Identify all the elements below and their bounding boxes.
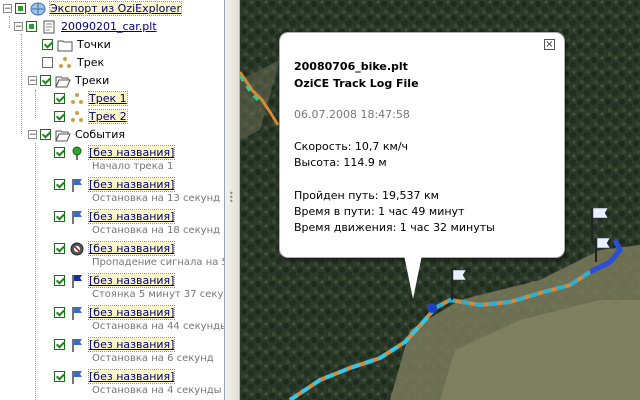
tree-item-event[interactable]: [без названия] — [54, 368, 176, 385]
flag-icon — [72, 210, 82, 224]
tree-connector — [35, 90, 36, 118]
event-label[interactable]: [без названия] — [87, 241, 176, 256]
event-label[interactable]: [без названия] — [87, 305, 176, 320]
track-icon — [71, 92, 83, 104]
checkbox[interactable] — [40, 129, 51, 140]
checkbox[interactable] — [54, 243, 65, 254]
tree-item-event[interactable]: [без названия] — [54, 144, 176, 161]
tree-item-event[interactable]: [без названия] — [54, 208, 176, 225]
checkbox[interactable] — [42, 39, 53, 50]
tree-track1-label[interactable]: Трек 1 — [88, 91, 128, 106]
tree-item-points[interactable]: Точки — [42, 36, 111, 53]
tree-file-label[interactable]: 20090201_car.plt — [61, 20, 157, 33]
tree-item-track-1[interactable]: Трек 1 — [54, 90, 128, 107]
balloon-time-total: Время в пути: 1 час 49 минут — [294, 205, 465, 218]
open-folder-icon — [55, 130, 71, 141]
checkbox[interactable] — [54, 307, 65, 318]
places-tree-panel[interactable]: − Экспорт из OziExplorer − 20090201_car.… — [0, 0, 225, 400]
parking-flag-icon — [72, 274, 82, 288]
balloon-time-moving: Время движения: 1 час 32 минуты — [294, 221, 495, 234]
track-icon — [71, 110, 83, 122]
tree-connector — [9, 16, 10, 28]
flag-icon — [72, 338, 82, 352]
track-icon — [59, 56, 71, 68]
event-label[interactable]: [без названия] — [87, 337, 176, 352]
tree-item-event[interactable]: [без названия] — [54, 336, 176, 353]
balloon-distance: Пройден путь: 19,537 км — [294, 189, 439, 202]
document-icon — [43, 20, 55, 33]
tree-item-event[interactable]: [без названия] — [54, 304, 176, 321]
tree-item-events[interactable]: − События — [28, 126, 125, 143]
event-label[interactable]: [без названия] — [87, 145, 176, 160]
event-description: Начало трека 1 — [92, 161, 174, 172]
tree-connector — [35, 143, 36, 400]
network-link-icon — [30, 2, 46, 15]
checkbox[interactable] — [54, 371, 65, 382]
partial-checkbox[interactable] — [15, 3, 26, 14]
event-label[interactable]: [без названия] — [87, 177, 176, 192]
close-icon[interactable]: × — [544, 39, 555, 50]
tree-connector — [21, 34, 22, 134]
checkbox[interactable] — [54, 339, 65, 350]
green-pin-icon — [72, 146, 82, 160]
tree-item-event[interactable]: [без названия] — [54, 240, 176, 257]
tree-track-label: Трек — [77, 56, 105, 69]
event-description: Остановка на 44 секунды — [92, 321, 225, 332]
tree-item-file[interactable]: − 20090201_car.plt — [14, 18, 157, 35]
event-description: Остановка на 6 секунд — [92, 353, 214, 364]
folder-icon — [57, 40, 73, 51]
tree-tracks-label: Треки — [75, 74, 110, 87]
flag-icon — [72, 370, 82, 384]
event-description: Стоянка 5 минут 37 секун — [92, 289, 225, 300]
tree-root-label[interactable]: Экспорт из OziExplorer — [49, 1, 182, 16]
checkbox[interactable] — [54, 211, 65, 222]
tree-item-tracks[interactable]: − Треки — [28, 72, 109, 89]
balloon-subtitle: OziCE Track Log File — [294, 77, 419, 90]
tree-item-event[interactable]: [без названия] — [54, 176, 176, 193]
panel-splitter[interactable]: • • • — [225, 0, 240, 400]
collapse-icon[interactable]: − — [14, 22, 23, 32]
flag-icon — [72, 306, 82, 320]
partial-checkbox[interactable] — [26, 21, 37, 32]
collapse-icon[interactable]: − — [28, 130, 37, 140]
tree-item-event[interactable]: [без названия] — [54, 272, 176, 289]
flag-icon — [72, 178, 82, 192]
event-description: Остановка на 13 секунд — [92, 193, 221, 204]
checkbox[interactable] — [40, 75, 51, 86]
event-label[interactable]: [без названия] — [87, 209, 176, 224]
event-label[interactable]: [без названия] — [87, 273, 176, 288]
signal-lost-icon — [70, 242, 84, 255]
tree-item-track[interactable]: Трек — [42, 54, 104, 71]
checkbox[interactable] — [54, 111, 65, 122]
balloon-altitude: Высота: 114.9 м — [294, 156, 387, 169]
tree-item-track-2[interactable]: Трек 2 — [54, 108, 128, 125]
checkbox[interactable] — [54, 179, 65, 190]
collapse-icon[interactable]: − — [3, 4, 12, 14]
balloon-title: 20080706_bike.plt — [294, 60, 408, 73]
collapse-icon[interactable]: − — [28, 76, 37, 86]
tree-track2-label[interactable]: Трек 2 — [88, 109, 128, 124]
event-description: Пропадение сигнала на 5 — [92, 257, 225, 268]
checkbox[interactable] — [54, 275, 65, 286]
checkbox[interactable] — [54, 93, 65, 104]
balloon-speed: Скорость: 10,7 км/ч — [294, 140, 409, 153]
event-description: Остановка на 18 секунд — [92, 225, 221, 236]
tree-points-label: Точки — [77, 38, 111, 51]
event-label[interactable]: [без названия] — [87, 369, 176, 384]
checkbox[interactable] — [54, 147, 65, 158]
tree-item-root[interactable]: − Экспорт из OziExplorer — [3, 0, 182, 17]
balloon-pointer — [404, 255, 422, 299]
tree-events-label: События — [75, 128, 126, 141]
event-description: Остановка на 4 секунды — [92, 385, 222, 396]
balloon-datetime: 06.07.2008 18:47:58 — [294, 108, 410, 121]
checkbox[interactable] — [42, 57, 53, 68]
splitter-grip-icon: • • • — [229, 189, 234, 206]
open-folder-icon — [55, 76, 71, 87]
